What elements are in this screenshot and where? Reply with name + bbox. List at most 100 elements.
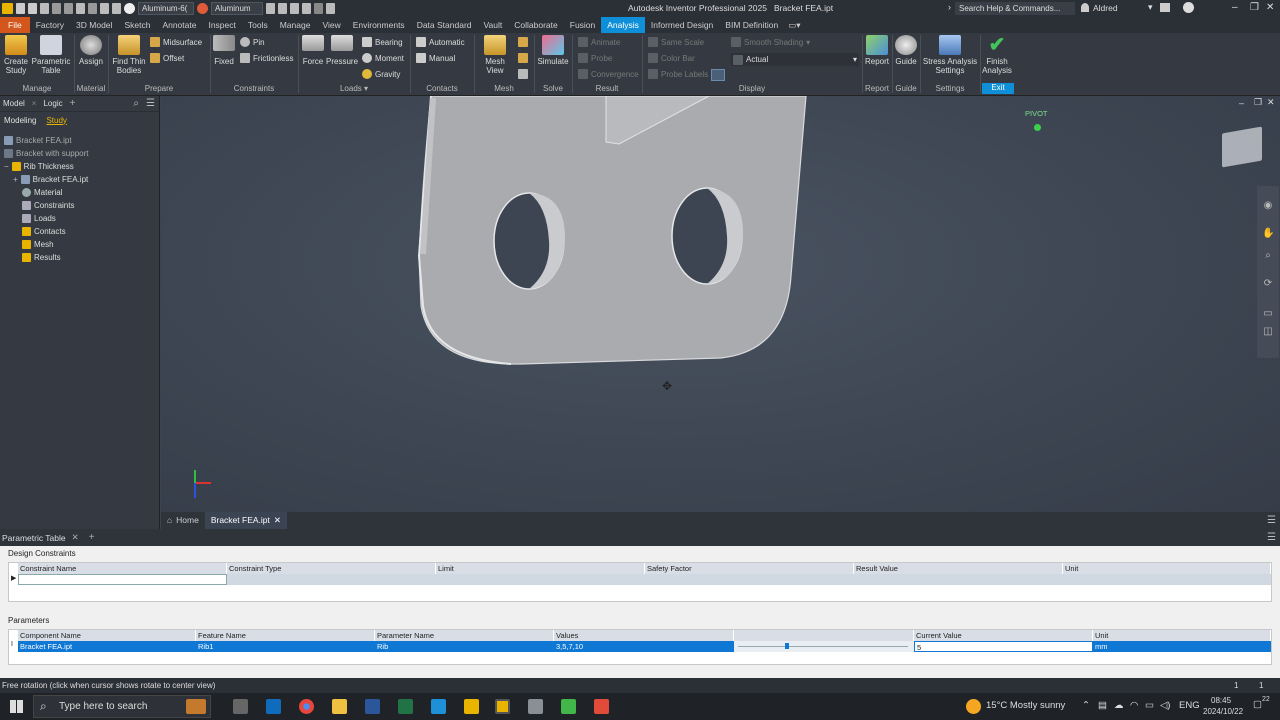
tab-annotate[interactable]: Annotate: [156, 17, 202, 33]
add-panel-icon[interactable]: +: [79, 532, 95, 543]
bearing-load-button[interactable]: Bearing: [362, 37, 403, 47]
zoom-icon[interactable]: ⌕: [1262, 250, 1274, 262]
taskbar-search-input[interactable]: ⌕ Type here to search: [33, 695, 211, 718]
tree-loads[interactable]: Loads: [22, 214, 56, 223]
tree-constraints[interactable]: Constraints: [22, 201, 74, 210]
volume-icon[interactable]: ◁): [1160, 700, 1170, 711]
tab-view[interactable]: View: [316, 17, 346, 33]
gravity-load-button[interactable]: Gravity: [362, 69, 400, 79]
customize-icon[interactable]: [326, 3, 335, 14]
word-icon[interactable]: [365, 699, 380, 714]
help-icon[interactable]: [1183, 2, 1194, 13]
table-row[interactable]: Bracket FEA.ipt Rib1 Rib 3,5,7,10 5 mm: [18, 641, 1271, 652]
tab-sketch[interactable]: Sketch: [118, 17, 156, 33]
minimize-icon[interactable]: –: [1232, 2, 1238, 13]
tab-collaborate[interactable]: Collaborate: [508, 17, 563, 33]
same-scale-button[interactable]: Same Scale: [648, 37, 704, 47]
menu-icon[interactable]: ☰: [146, 98, 159, 109]
adjust-icon[interactable]: [266, 3, 275, 14]
browser-tab-model[interactable]: Model: [3, 99, 25, 108]
language-indicator[interactable]: ENG: [1179, 700, 1200, 711]
tab-data-standard[interactable]: Data Standard: [411, 17, 478, 33]
home-icon[interactable]: [76, 3, 85, 14]
tree-mesh[interactable]: Mesh: [22, 240, 54, 249]
update-icon[interactable]: [88, 3, 97, 14]
moment-load-button[interactable]: Moment: [362, 53, 404, 63]
tab-analysis[interactable]: Analysis: [601, 17, 645, 33]
move-icon[interactable]: [314, 3, 323, 14]
new-constraint-row[interactable]: [227, 574, 1271, 585]
browser-tab-logic[interactable]: Logic: [43, 99, 62, 108]
clock-date[interactable]: 2024/10/22: [1203, 707, 1243, 716]
save-icon[interactable]: [40, 3, 49, 14]
fixed-constraint-button[interactable]: Fixed: [213, 35, 235, 66]
app-icon[interactable]: [528, 699, 543, 714]
frictionless-constraint-button[interactable]: Frictionless: [240, 53, 293, 63]
weather-icon[interactable]: [966, 699, 981, 714]
tabs-menu-icon[interactable]: ☰: [1267, 515, 1280, 526]
graphics-viewport[interactable]: PIVOT ✥ – ❐ ✕: [161, 96, 1280, 512]
ribbon-options-icon[interactable]: ▭▾: [784, 17, 804, 33]
cell-values[interactable]: 3,5,7,10: [554, 641, 734, 652]
create-study-button[interactable]: Create Study: [3, 35, 29, 75]
appearance-combo[interactable]: Aluminum: [211, 2, 263, 15]
cell-parameter-name[interactable]: Rib: [375, 641, 554, 652]
tab-bim-definition[interactable]: BIM Definition: [719, 17, 784, 33]
assign-material-button[interactable]: Assign: [77, 35, 105, 66]
network-icon[interactable]: ▤: [1098, 700, 1107, 711]
animate-button[interactable]: Animate: [578, 37, 620, 47]
tab-file[interactable]: File: [0, 17, 30, 33]
cart-icon[interactable]: [1160, 3, 1170, 12]
chrome-icon[interactable]: [299, 699, 314, 714]
tab-manage[interactable]: Manage: [274, 17, 317, 33]
tab-informed-design[interactable]: Informed Design: [645, 17, 719, 33]
probe-button[interactable]: Probe: [578, 53, 612, 63]
orbit-icon[interactable]: ⟳: [1262, 278, 1274, 290]
tab-fusion[interactable]: Fusion: [564, 17, 602, 33]
viewport-minimize-icon[interactable]: –: [1239, 98, 1244, 108]
close-icon[interactable]: ✕: [1266, 2, 1274, 13]
smooth-shading-dropdown[interactable]: Smooth Shading ▾: [731, 37, 810, 47]
tree-contacts[interactable]: Contacts: [22, 227, 66, 236]
constraint-name-input[interactable]: [18, 574, 227, 585]
stress-analysis-settings-button[interactable]: Stress Analysis Settings: [922, 35, 978, 75]
tree-material[interactable]: Material: [22, 188, 62, 197]
pivot-icon[interactable]: [1034, 124, 1041, 131]
pin-constraint-button[interactable]: Pin: [240, 37, 265, 47]
windows-start-icon[interactable]: [10, 700, 23, 713]
tree-study-bracket-with-support[interactable]: Bracket with support: [4, 149, 88, 158]
new-icon[interactable]: [16, 3, 25, 14]
tree-bracket-part[interactable]: + Bracket FEA.ipt: [13, 175, 88, 184]
automatic-contacts-button[interactable]: Automatic: [416, 37, 465, 47]
fx-icon[interactable]: [290, 3, 299, 14]
tree-results[interactable]: Results: [22, 253, 61, 262]
viewport-restore-icon[interactable]: ❐: [1254, 97, 1262, 108]
offset-button[interactable]: Offset: [150, 53, 184, 63]
finish-analysis-button[interactable]: ✔ Finish Analysis: [982, 35, 1012, 75]
restore-icon[interactable]: ❐: [1250, 2, 1259, 13]
probe-labels-button[interactable]: Probe Labels: [648, 69, 708, 79]
view-cube-icon[interactable]: [1222, 126, 1262, 168]
tab-environments[interactable]: Environments: [347, 17, 411, 33]
simulate-button[interactable]: Simulate: [536, 35, 570, 66]
undo-icon[interactable]: [52, 3, 61, 14]
pan-icon[interactable]: ✋: [1262, 228, 1274, 240]
appearance-icon[interactable]: [197, 3, 208, 14]
doc-tab-home[interactable]: ⌂ Home: [161, 512, 205, 529]
tree-root[interactable]: Bracket FEA.ipt: [4, 136, 72, 145]
add-tab-icon[interactable]: +: [70, 98, 76, 109]
select-icon[interactable]: [100, 3, 109, 14]
bracket-model[interactable]: [161, 96, 1280, 512]
look-at-icon[interactable]: ◫: [1262, 326, 1274, 338]
local-mesh-button[interactable]: [518, 53, 528, 63]
open-icon[interactable]: [28, 3, 37, 14]
user-icon[interactable]: [1081, 3, 1089, 12]
file-explorer-icon[interactable]: [332, 699, 347, 714]
cell-feature-name[interactable]: Rib1: [196, 641, 375, 652]
measure-icon[interactable]: [302, 3, 311, 14]
close-tab-icon[interactable]: ✕: [274, 512, 281, 529]
panel-menu-icon[interactable]: ☰: [1267, 532, 1280, 543]
weather-text[interactable]: 15°C Mostly sunny: [986, 700, 1065, 711]
user-name[interactable]: Aldred: [1093, 3, 1118, 13]
tab-close-icon[interactable]: ×: [32, 99, 37, 108]
